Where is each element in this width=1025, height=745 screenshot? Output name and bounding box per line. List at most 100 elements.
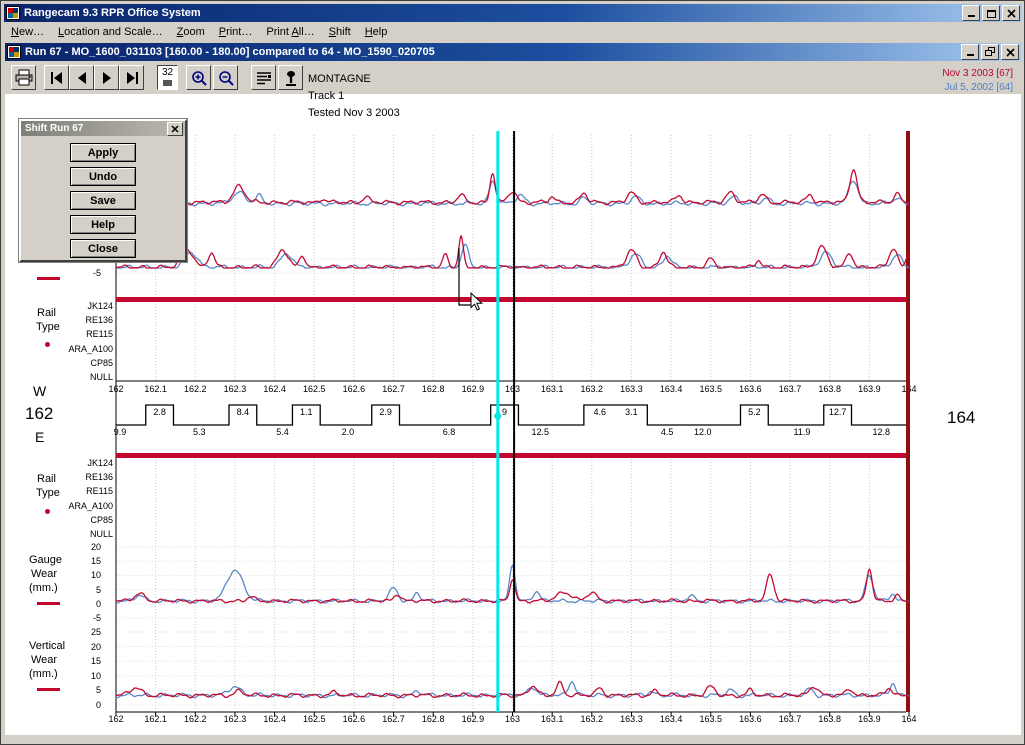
x-tick-label-bottom: 162.6 bbox=[343, 714, 366, 724]
vertical-tick-label: 5 bbox=[96, 685, 101, 695]
vertical-tick-label: 10 bbox=[91, 671, 101, 681]
menu-item-new-[interactable]: New… bbox=[4, 23, 51, 41]
x-tick-label-mid: 162 bbox=[108, 384, 123, 394]
x-tick-label-bottom: 163.3 bbox=[620, 714, 643, 724]
strip-value: 9.9 bbox=[114, 427, 127, 437]
x-tick-label-mid: 162.8 bbox=[422, 384, 445, 394]
x-tick-label-mid: 163.6 bbox=[739, 384, 762, 394]
rail-type-value: RE136 bbox=[85, 315, 113, 325]
shift-dialog-body: Apply Undo Save Help Close bbox=[21, 143, 185, 258]
next-icon bbox=[98, 70, 116, 86]
header-track: Track 1 bbox=[308, 90, 344, 102]
apply-button[interactable]: Apply bbox=[70, 143, 136, 162]
restore-icon bbox=[985, 47, 995, 57]
x-tick-label-bottom: 163.1 bbox=[541, 714, 564, 724]
next-button[interactable] bbox=[94, 65, 119, 90]
rail-profile-button[interactable] bbox=[278, 65, 303, 90]
previous-button[interactable] bbox=[69, 65, 94, 90]
vertical-tick-label: 25 bbox=[91, 627, 101, 637]
x-tick-label-mid: 164 bbox=[901, 384, 916, 394]
gauge-tick-label: 0 bbox=[96, 599, 101, 609]
panel2-tick-label: -5 bbox=[93, 268, 101, 278]
header-tested-date: Tested Nov 3 2003 bbox=[308, 107, 400, 119]
menu-bar: New…Location and Scale…ZoomPrint…Print A… bbox=[4, 22, 1022, 42]
help-button[interactable]: Help bbox=[70, 215, 136, 234]
gauge-caption-2: Wear bbox=[31, 568, 57, 580]
child-restore-button[interactable] bbox=[981, 44, 999, 60]
window-titlebar: Rangecam 9.3 RPR Office System bbox=[4, 4, 1022, 22]
zoom-out-button[interactable] bbox=[213, 65, 238, 90]
header-location: MONTAGNE bbox=[308, 73, 371, 85]
rail-type-marker-dot-1 bbox=[45, 342, 50, 347]
x-tick-label-mid: 162.4 bbox=[263, 384, 286, 394]
vertical-tick-label: 15 bbox=[91, 656, 101, 666]
menu-item-location-and-scale-[interactable]: Location and Scale… bbox=[51, 23, 170, 41]
zoom-in-button[interactable] bbox=[186, 65, 211, 90]
last-button[interactable] bbox=[119, 65, 144, 90]
shift-dialog-titlebar[interactable]: Shift Run 67 bbox=[21, 121, 185, 136]
strip-value: 9 bbox=[502, 407, 507, 417]
x-tick-label-mid: 163.9 bbox=[858, 384, 881, 394]
x-tick-label-bottom: 162.3 bbox=[224, 714, 247, 724]
menu-item-shift[interactable]: Shift bbox=[322, 23, 358, 41]
close-button[interactable] bbox=[1002, 5, 1020, 21]
menu-item-help[interactable]: Help bbox=[358, 23, 395, 41]
rail-type-value: JK124 bbox=[87, 301, 113, 311]
toolbar: 32 bbox=[5, 62, 1021, 94]
maximize-button[interactable] bbox=[982, 5, 1000, 21]
strip-value: 3.1 bbox=[625, 407, 638, 417]
printer-icon bbox=[14, 69, 34, 87]
rail-type-value: RE115 bbox=[86, 329, 113, 339]
shift-dialog-close-button[interactable] bbox=[167, 122, 183, 136]
rail-type-value: NULL bbox=[90, 372, 113, 382]
levels-button[interactable] bbox=[251, 65, 276, 90]
close-button[interactable]: Close bbox=[70, 239, 136, 258]
x-tick-label-bottom: 162.8 bbox=[422, 714, 445, 724]
strip-value: 4.5 bbox=[661, 427, 674, 437]
shift-dialog-title: Shift Run 67 bbox=[25, 123, 167, 134]
print-button[interactable] bbox=[11, 65, 36, 90]
x-tick-label-mid: 162.7 bbox=[382, 384, 405, 394]
child-window-titlebar: Run 67 - MO_1600_031103 [160.00 - 180.00… bbox=[5, 43, 1021, 61]
x-tick-label-bottom: 163.9 bbox=[858, 714, 881, 724]
vertical-caption-2: Wear bbox=[31, 654, 57, 666]
x-tick-label-bottom: 163.4 bbox=[660, 714, 683, 724]
x-tick-label-bottom: 163.2 bbox=[581, 714, 604, 724]
scale-display[interactable]: 32 bbox=[157, 65, 178, 90]
child-minimize-button[interactable] bbox=[961, 44, 979, 60]
minimize-button[interactable] bbox=[962, 5, 980, 21]
gauge-caption-3: (mm.) bbox=[29, 582, 58, 594]
x-tick-label-bottom: 162.4 bbox=[263, 714, 286, 724]
vertical-legend-dash bbox=[37, 688, 60, 691]
close-icon bbox=[1007, 9, 1016, 18]
x-tick-label-bottom: 162.9 bbox=[462, 714, 485, 724]
strip-value: 11.9 bbox=[794, 427, 811, 437]
close-icon bbox=[171, 125, 179, 133]
strip-value: 12.7 bbox=[829, 407, 847, 417]
rail-type-caption-1a: Rail bbox=[37, 307, 56, 319]
gauge-tick-label: 15 bbox=[91, 556, 101, 566]
legend-run-compare: Jul 5, 2002 [64] bbox=[945, 82, 1013, 93]
first-button[interactable] bbox=[44, 65, 69, 90]
strip-value: 8.4 bbox=[237, 407, 250, 417]
gauge-tick-label: 5 bbox=[96, 585, 101, 595]
undo-button[interactable]: Undo bbox=[70, 167, 136, 186]
gauge-caption-1: Gauge bbox=[29, 554, 62, 566]
x-tick-label-bottom: 163 bbox=[505, 714, 520, 724]
menu-item-print-[interactable]: Print… bbox=[212, 23, 260, 41]
menu-item-zoom[interactable]: Zoom bbox=[170, 23, 212, 41]
x-tick-label-bottom: 162.1 bbox=[144, 714, 167, 724]
zoom-in-icon bbox=[190, 69, 208, 87]
save-button[interactable]: Save bbox=[70, 191, 136, 210]
x-tick-label-bottom: 163.8 bbox=[818, 714, 841, 724]
strip-value: 4.6 bbox=[593, 407, 606, 417]
minimize-icon bbox=[967, 9, 976, 18]
x-tick-label-bottom: 162 bbox=[108, 714, 123, 724]
vertical-tick-label: 20 bbox=[91, 642, 101, 652]
levels-icon bbox=[255, 70, 273, 86]
shift-dialog: Shift Run 67 Apply Undo Save Help Close bbox=[19, 119, 187, 262]
menu-item-print-all-[interactable]: Print All… bbox=[259, 23, 321, 41]
child-close-button[interactable] bbox=[1001, 44, 1019, 60]
child-window-title: Run 67 - MO_1600_031103 [160.00 - 180.00… bbox=[25, 46, 959, 58]
vertical-caption-1: Vertical bbox=[29, 640, 65, 652]
